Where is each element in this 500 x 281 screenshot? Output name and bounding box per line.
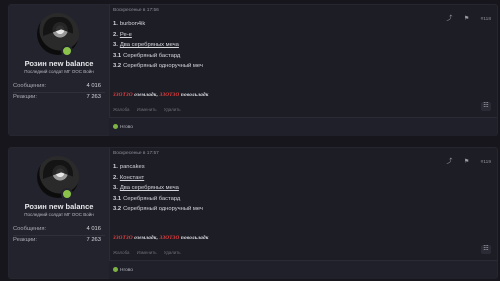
item-link[interactable]: Два серебряных меча — [120, 42, 179, 48]
item-number: 3. — [113, 42, 118, 48]
post-actions: ⤴ ⚑ #118 — [439, 7, 491, 22]
stat-label: Реакции: — [13, 94, 38, 100]
item-text: Серебряный одноручный меч — [123, 206, 203, 212]
item-text: Серебряный бастард — [123, 195, 181, 202]
list-item: 3.2 Серебряный одноручный меч — [113, 204, 203, 215]
username[interactable]: Розин new balance — [9, 59, 109, 68]
edit-link[interactable]: Изменить — [137, 107, 157, 112]
list-item: 3.1 Серебряный бастард — [113, 51, 203, 62]
post-number[interactable]: #118 — [481, 17, 491, 22]
reaction-summary[interactable]: Нгово — [113, 267, 133, 273]
reaction-icon — [113, 124, 118, 129]
item-number: 3.1 — [113, 195, 122, 202]
item-link[interactable]: Два серебряных меча — [120, 185, 179, 191]
divider — [13, 235, 105, 236]
post: Розин new balance Последний солдат МГ ОО… — [8, 147, 498, 279]
reaction-bar: Нгово — [109, 117, 497, 136]
post-content: Воскресенье в 17:57 ⤴ ⚑ #119 1. pancakes … — [109, 148, 497, 279]
item-number: 2. — [113, 31, 118, 38]
reaction-user: Нгово — [120, 268, 133, 273]
user-panel: Розин new balance Последний солдат МГ ОО… — [9, 5, 110, 135]
list-item: 3.2 Серебряный одноручный меч — [113, 61, 203, 72]
signature: ЗЗОТЗО оземладк, ЗЗОТЗО повольладк — [113, 92, 209, 98]
item-text: burbon4ik — [119, 21, 146, 27]
list-item: 3.1 Серебряный бастард — [113, 194, 203, 205]
post-footer: Жалоба Изменить Удалить — [113, 107, 187, 112]
stat-reactions: Реакции: 7 263 — [13, 94, 105, 100]
stat-messages: Сообщения: 4 016 — [13, 226, 105, 232]
user-panel: Розин new balance Последний солдат МГ ОО… — [9, 148, 110, 278]
delete-link[interactable]: Удалить — [164, 107, 181, 112]
quote-icon[interactable]: ☷ — [481, 245, 491, 254]
post-number[interactable]: #119 — [481, 160, 491, 165]
item-number: 3.1 — [113, 52, 122, 59]
stat-reactions: Реакции: 7 263 — [13, 237, 105, 243]
stat-label: Сообщения: — [13, 226, 47, 232]
list-item: 1. pancakes — [113, 162, 203, 173]
share-icon[interactable]: ⤴ — [446, 156, 452, 165]
post-body: 1. burbon4ik 2. Ре-е 3. Два серебряных меча… — [113, 19, 203, 72]
divider — [13, 92, 105, 93]
list-item: 2. Ре-е — [113, 30, 203, 41]
bookmark-icon[interactable]: ⚑ — [464, 15, 469, 22]
post-actions: ⤴ ⚑ #119 — [439, 150, 491, 165]
item-number: 2. — [113, 174, 118, 181]
post: Розин new balance Последний солдат МГ ОО… — [8, 4, 498, 136]
stat-messages: Сообщения: 4 016 — [13, 83, 105, 89]
report-link[interactable]: Жалоба — [113, 250, 129, 255]
stat-value: 7 263 — [86, 237, 101, 243]
signature-red: ЗЗОТЗО — [113, 235, 133, 241]
stat-value: 4 016 — [86, 83, 101, 89]
item-link[interactable]: Констант — [120, 175, 144, 181]
stat-label: Реакции: — [13, 237, 38, 243]
post-date[interactable]: Воскресенье в 17:57 — [113, 151, 159, 156]
item-link[interactable]: Ре-е — [120, 32, 132, 38]
item-text: pancakes — [119, 164, 145, 170]
reaction-summary[interactable]: Нгово — [113, 124, 133, 130]
signature-red: ЗЗОТЗО — [159, 92, 180, 98]
signature-text: оземладк, — [134, 92, 159, 98]
signature-red: ЗЗОТЗО — [159, 235, 180, 241]
bookmark-icon[interactable]: ⚑ — [464, 158, 469, 165]
post-footer: Жалоба Изменить Удалить — [113, 250, 187, 255]
item-number: 1. — [113, 164, 118, 170]
signature-text: повольладк — [180, 92, 209, 98]
user-title: Последний солдат МГ ООС Войн — [24, 212, 94, 217]
reaction-bar: Нгово — [109, 260, 497, 279]
share-icon[interactable]: ⤴ — [446, 13, 452, 22]
signature-text: повольладк — [180, 235, 209, 241]
list-item: 3. Два серебряных меча — [113, 183, 203, 194]
item-number: 3.2 — [113, 63, 122, 69]
list-item: 2. Констант — [113, 173, 203, 184]
list-item: 1. burbon4ik — [113, 19, 203, 30]
item-text: Серебряный бастард — [123, 52, 181, 59]
report-link[interactable]: Жалоба — [113, 107, 129, 112]
signature: ЗЗОТЗО оземладк, ЗЗОТЗО повольладк — [113, 235, 209, 241]
online-indicator-icon — [61, 45, 73, 57]
delete-link[interactable]: Удалить — [164, 250, 181, 255]
online-indicator-icon — [61, 188, 73, 200]
post-content: Воскресенье в 17:56 ⤴ ⚑ #118 1. burbon4ik… — [109, 5, 497, 136]
edit-link[interactable]: Изменить — [137, 250, 157, 255]
reaction-user: Нгово — [120, 125, 133, 130]
item-number: 3. — [113, 185, 118, 191]
stat-label: Сообщения: — [13, 83, 47, 89]
stat-value: 4 016 — [86, 226, 101, 232]
reaction-icon — [113, 267, 118, 272]
list-item: 3. Два серебряных меча — [113, 40, 203, 51]
item-text: Серебряный одноручный меч — [123, 63, 203, 69]
user-title: Последний солдат МГ ООС Войн — [24, 69, 94, 74]
post-date[interactable]: Воскресенье в 17:56 — [113, 8, 159, 13]
item-number: 1. — [113, 21, 118, 27]
item-number: 3.2 — [113, 206, 122, 212]
quote-icon[interactable]: ☷ — [481, 102, 491, 111]
post-body: 1. pancakes 2. Констант 3. Два серебряных м… — [113, 162, 203, 215]
username[interactable]: Розин new balance — [9, 202, 109, 211]
signature-text: оземладк, — [134, 235, 159, 241]
stat-value: 7 263 — [86, 94, 101, 100]
signature-red: ЗЗОТЗО — [113, 92, 133, 98]
